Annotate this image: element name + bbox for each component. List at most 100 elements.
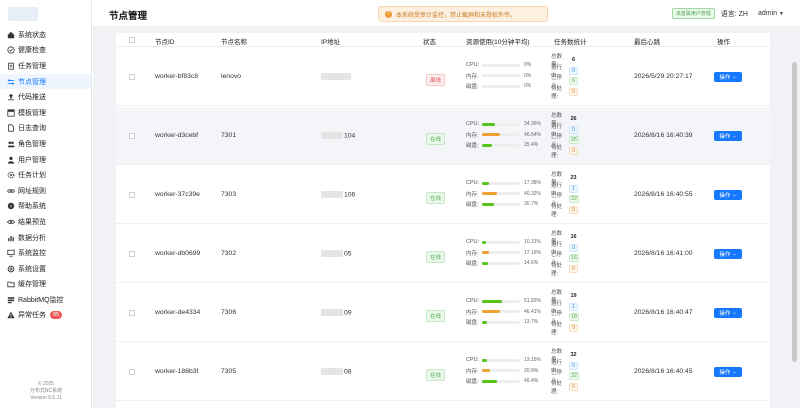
action-dropdown-button[interactable]: 操作 ⌄	[714, 131, 742, 141]
cpu-percent: 0%	[524, 62, 532, 69]
last-heartbeat: 2026/8/16 16:40:47	[634, 309, 693, 316]
warning-icon: !	[385, 10, 392, 18]
total-count: 16	[570, 234, 577, 241]
row-checkbox[interactable]	[129, 133, 135, 139]
sidebar-item[interactable]: RabbitMQ监控	[0, 292, 91, 308]
sidebar-item[interactable]: 系统状态	[0, 27, 91, 43]
task-waiting: 待处理: 0	[551, 381, 611, 395]
sidebar-item-label: 任务计划	[18, 172, 46, 180]
waiting-count: 0	[569, 264, 578, 273]
action-dropdown-button[interactable]: 操作 ⌄	[714, 190, 742, 200]
task-waiting: 待处理: 0	[551, 86, 611, 100]
sidebar-item[interactable]: 代码推送	[0, 89, 91, 105]
sidebar-item[interactable]: 任务计划	[0, 167, 91, 183]
node-ip: 106	[321, 191, 355, 198]
action-label: 操作	[719, 75, 731, 81]
cpu-percent: 10.31%	[524, 239, 541, 246]
sidebar-item[interactable]: 用户管理	[0, 152, 91, 168]
last-heartbeat: 2026/8/16 16:40:39	[634, 132, 693, 139]
action-dropdown-button[interactable]: 操作 ⌄	[714, 72, 742, 82]
action-dropdown-button[interactable]: 操作 ⌄	[714, 249, 742, 259]
usage-bar-fill	[482, 310, 500, 314]
sidebar-item[interactable]: 异常任务 95	[0, 308, 91, 324]
waiting-label: 待处理:	[551, 321, 563, 336]
usage-bar-fill	[482, 240, 486, 244]
sidebar-item[interactable]: 数据分析	[0, 230, 91, 246]
home-icon	[7, 31, 15, 39]
sidebar-item[interactable]: 缓存管理	[0, 277, 91, 293]
cpu-usage: CPU: 10.31%	[466, 237, 546, 248]
main-area: 节点ID 节点名称 IP地址 状态 资源使用(10分钟平均) 任务数统计 最后心…	[93, 27, 800, 408]
sidebar-item[interactable]: 模板管理	[0, 105, 91, 121]
row-checkbox[interactable]	[129, 251, 135, 257]
col-name: 节点名称	[221, 39, 247, 46]
sidebar-item[interactable]: 网址规则	[0, 183, 91, 199]
usage-bar-fill	[482, 369, 490, 373]
usage-bar-fill	[482, 261, 488, 265]
last-heartbeat: 2026/8/16 16:40:55	[634, 191, 693, 198]
action-dropdown-button[interactable]: 操作 ⌄	[714, 308, 742, 318]
cpu-label: CPU:	[466, 180, 480, 187]
language-label: 语言: ZH	[720, 10, 748, 18]
people-icon	[7, 140, 15, 148]
sidebar-item[interactable]: ? 帮助系统	[0, 199, 91, 215]
sidebar-item[interactable]: 日志查询	[0, 121, 91, 137]
action-dropdown-button[interactable]: 操作 ⌄	[714, 367, 742, 377]
sidebar-item-label: 帮助系统	[18, 203, 46, 211]
cpu-label: CPU:	[466, 62, 480, 69]
user-menu[interactable]: admin ▼	[758, 10, 784, 17]
audit-notice-text: 本系统受审计监控，禁止截屏和未授权外传。	[396, 12, 517, 19]
scrollbar[interactable]	[792, 62, 797, 362]
disk-label: 磁盘:	[466, 379, 479, 386]
sidebar: 系统状态 健康检查 任务管理 节点管理 代码推送模板管理日志查询 角色管理 用户管理任务计划…	[0, 0, 92, 408]
task-stats: 总数量: 26 运行中: 0 已停止: 26 待处理: 0	[551, 113, 611, 159]
row-checkbox[interactable]	[129, 74, 135, 80]
sidebar-item[interactable]: 健康检查	[0, 43, 91, 59]
usage-bar-fill	[482, 320, 488, 324]
usage-bar-fill	[482, 192, 498, 196]
usage-bar	[482, 320, 520, 324]
row-checkbox[interactable]	[129, 192, 135, 198]
select-all-checkbox[interactable]	[129, 37, 135, 43]
finished-count: 26	[569, 136, 580, 145]
table-header: 节点ID 节点名称 IP地址 状态 资源使用(10分钟平均) 任务数统计 最后心…	[116, 33, 770, 47]
cpu-percent: 13.15%	[524, 357, 541, 364]
sidebar-item[interactable]: 系统设置	[0, 261, 91, 277]
waiting-count: 0	[569, 87, 578, 96]
disk-usage: 磁盘: 14.6%	[466, 258, 546, 269]
usage-bar	[482, 84, 520, 88]
total-count: 26	[570, 116, 577, 123]
redacted-ip	[321, 250, 343, 257]
table-row: worker-db0699 7302 05 在线 CPU: 10.31% 内存: 17.16%…	[116, 225, 770, 283]
chevron-down-icon: ⌄	[732, 192, 737, 198]
sidebar-item-label: 模板管理	[18, 109, 46, 117]
mem-label: 内存:	[466, 309, 479, 316]
mem-label: 内存:	[466, 132, 479, 139]
sidebar-item[interactable]: 节点管理	[0, 73, 91, 90]
sidebar-item[interactable]: 角色管理	[0, 136, 91, 152]
sidebar-item[interactable]: 系统监控	[0, 245, 91, 261]
row-checkbox[interactable]	[129, 369, 135, 375]
sidebar-item[interactable]: 任务管理	[0, 58, 91, 74]
node-id: worker-37c39e	[155, 191, 200, 198]
status-badge: 在线	[426, 369, 446, 381]
mem-label: 内存:	[466, 73, 479, 80]
task-stats: 总数量: 32 运行中: 0 已停止: 32 待处理: 0	[551, 349, 611, 395]
last-heartbeat: 2026/8/16 16:41:00	[634, 250, 693, 257]
node-name: 7306	[221, 309, 237, 316]
sidebar-footer: © 2025 分布式NC系统 Version 6.5.11	[0, 381, 91, 402]
cpu-label: CPU:	[466, 357, 480, 364]
language-switcher[interactable]: 语言: ZH	[721, 9, 748, 19]
cpu-label: CPU:	[466, 298, 480, 305]
node-ip-suffix: 05	[344, 250, 352, 258]
upload-icon	[7, 93, 15, 101]
task-stats: 总数量: 19 运行中: 1 已停止: 18 待处理: 0	[551, 290, 611, 336]
document-icon	[7, 124, 15, 132]
mem-usage: 内存: 20.9%	[466, 366, 546, 377]
row-checkbox[interactable]	[129, 310, 135, 316]
clipboard-icon	[7, 62, 15, 70]
running-count: 0	[569, 125, 578, 134]
sidebar-item-label: 系统监控	[18, 250, 46, 258]
table-row: worker-d3cebf 7301 104 在线 CPU: 34.36% 内存: 46.54…	[116, 107, 770, 165]
sidebar-item[interactable]: 结果预览	[0, 214, 91, 230]
